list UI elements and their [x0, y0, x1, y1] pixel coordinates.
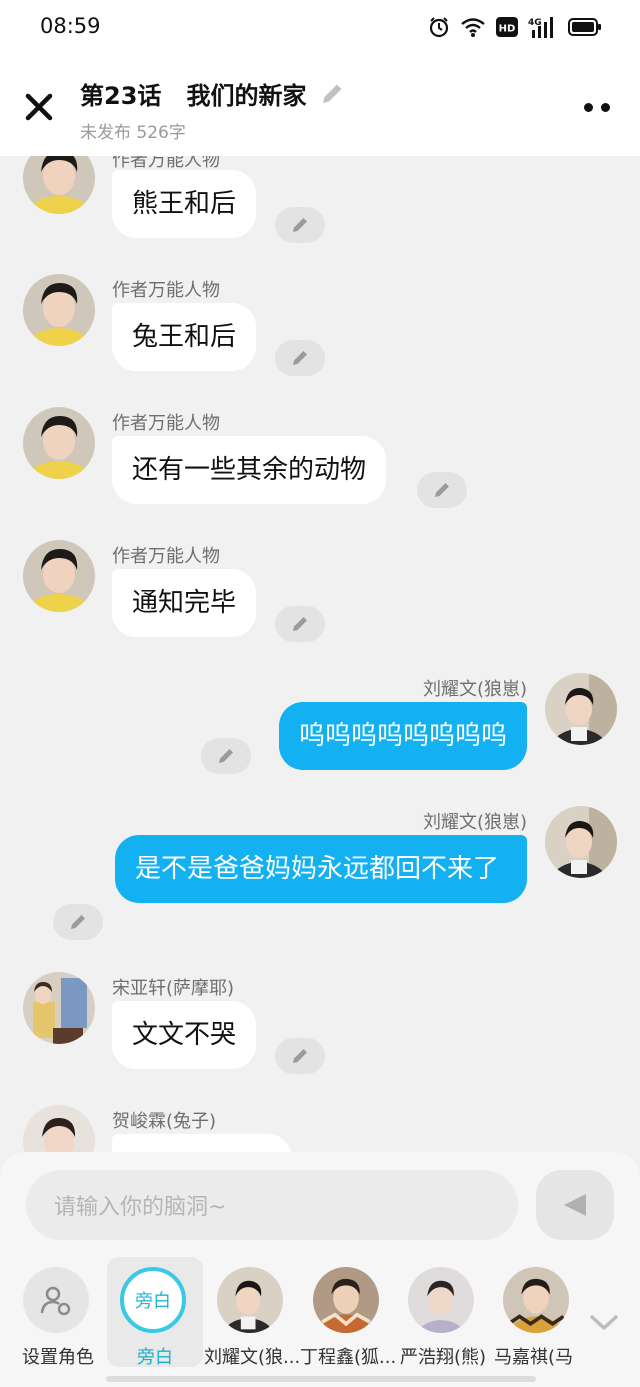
composer-panel: 请输入你的脑洞~ 设置角色 旁白 旁白 刘耀文(狼... 丁程鑫(狐... 严浩…: [0, 1152, 640, 1387]
dot-icon: [584, 102, 593, 112]
narrator-icon: 旁白: [120, 1267, 186, 1333]
more-options-button[interactable]: [584, 98, 618, 116]
close-icon[interactable]: [22, 90, 56, 124]
send-icon: [564, 1194, 586, 1216]
avatar[interactable]: [545, 673, 617, 745]
role-label: 马嘉祺(马: [494, 1347, 574, 1367]
status-time: 08:59: [40, 14, 101, 38]
message-bubble[interactable]: 兔王和后: [112, 303, 257, 371]
role-label: 旁白: [137, 1347, 173, 1368]
role-character[interactable]: 严浩翔(熊): [395, 1257, 491, 1368]
role-label: 刘耀文(狼...: [204, 1347, 300, 1368]
sender-name: 贺峻霖(兔子): [112, 1111, 217, 1132]
avatar: [217, 1267, 283, 1333]
app-header: 第23话 我们的新家 未发布 526字: [0, 56, 640, 156]
pencil-icon: [293, 1049, 307, 1063]
avatar[interactable]: [23, 540, 95, 612]
chapter-title: 第23话 我们的新家: [80, 82, 307, 110]
dot-icon: [601, 102, 610, 112]
wifi-icon: [461, 18, 485, 37]
message-bubble[interactable]: 熊王和后: [112, 170, 257, 238]
avatar: [313, 1267, 379, 1333]
pencil-icon: [435, 483, 449, 497]
message-bubble[interactable]: [112, 1134, 292, 1152]
edit-title-pencil-icon[interactable]: [318, 80, 346, 108]
pencil-icon: [293, 617, 307, 631]
pencil-icon: [293, 351, 307, 365]
avatar: [503, 1267, 569, 1333]
edit-message-button[interactable]: [275, 606, 325, 642]
avatar[interactable]: [23, 1105, 95, 1152]
battery-icon: [568, 18, 601, 36]
status-bar: 08:59 HD 4G: [0, 0, 640, 56]
chapter-status: 未发布 526字: [80, 123, 186, 143]
edit-message-button[interactable]: [275, 207, 325, 243]
status-icons: HD 4G: [428, 16, 602, 38]
role-character[interactable]: 刘耀文(狼...: [204, 1257, 300, 1368]
message-bubble[interactable]: 通知完毕: [112, 569, 257, 637]
role-character[interactable]: 丁程鑫(狐...: [300, 1257, 396, 1368]
alarm-icon: [429, 17, 449, 38]
role-label: 丁程鑫(狐...: [300, 1347, 396, 1368]
send-button[interactable]: [536, 1170, 614, 1240]
edit-message-button[interactable]: [201, 738, 251, 774]
edit-message-button[interactable]: [275, 340, 325, 376]
avatar[interactable]: [23, 274, 95, 346]
sender-name: 作者万能人物: [112, 280, 220, 301]
pencil-icon: [71, 915, 85, 929]
role-label: 设置角色: [22, 1347, 94, 1368]
edit-message-button[interactable]: [417, 472, 467, 508]
avatar: [408, 1267, 474, 1333]
message-bubble[interactable]: 文文不哭: [112, 1001, 257, 1069]
message-bubble[interactable]: 还有一些其余的动物: [112, 436, 387, 504]
role-scrollbar[interactable]: [106, 1376, 536, 1382]
set-role-icon: [23, 1267, 89, 1333]
pencil-icon: [219, 749, 233, 763]
role-selector[interactable]: 设置角色 旁白 旁白 刘耀文(狼... 丁程鑫(狐... 严浩翔(熊) 马嘉祺(…: [0, 1257, 640, 1377]
avatar[interactable]: [23, 972, 95, 1044]
message-bubble[interactable]: 是不是爸爸妈妈永远都回不来了: [115, 835, 527, 903]
edit-message-button[interactable]: [275, 1038, 325, 1074]
edit-message-button[interactable]: [53, 904, 103, 940]
avatar[interactable]: [545, 806, 617, 878]
signal-icon: 4G: [528, 17, 553, 38]
role-label: 严浩翔(熊): [399, 1347, 487, 1368]
sender-name: 宋亚轩(萨摩耶): [112, 978, 235, 999]
message-bubble[interactable]: 呜呜呜呜呜呜呜呜: [278, 702, 527, 770]
avatar[interactable]: [23, 156, 95, 214]
chevron-down-icon[interactable]: [586, 1309, 622, 1335]
sender-name: 作者万能人物: [112, 413, 220, 434]
avatar[interactable]: [23, 407, 95, 479]
chat-list[interactable]: 作者万能人物 熊王和后 作者万能人物 兔王和后 作者万能人物 还有一些其余的动物: [0, 156, 640, 1152]
sender-name: 刘耀文(狼崽): [422, 812, 527, 833]
sender-name: 作者万能人物: [112, 546, 220, 567]
sender-name: 刘耀文(狼崽): [422, 679, 527, 700]
role-narrator[interactable]: 旁白 旁白: [107, 1257, 203, 1368]
message-input[interactable]: 请输入你的脑洞~: [26, 1170, 518, 1240]
pencil-icon: [293, 218, 307, 232]
hd-icon: HD: [496, 17, 518, 37]
svg-text:HD: HD: [499, 24, 516, 35]
role-set-roles[interactable]: 设置角色: [10, 1257, 106, 1368]
role-character[interactable]: 马嘉祺(马: [490, 1257, 576, 1367]
